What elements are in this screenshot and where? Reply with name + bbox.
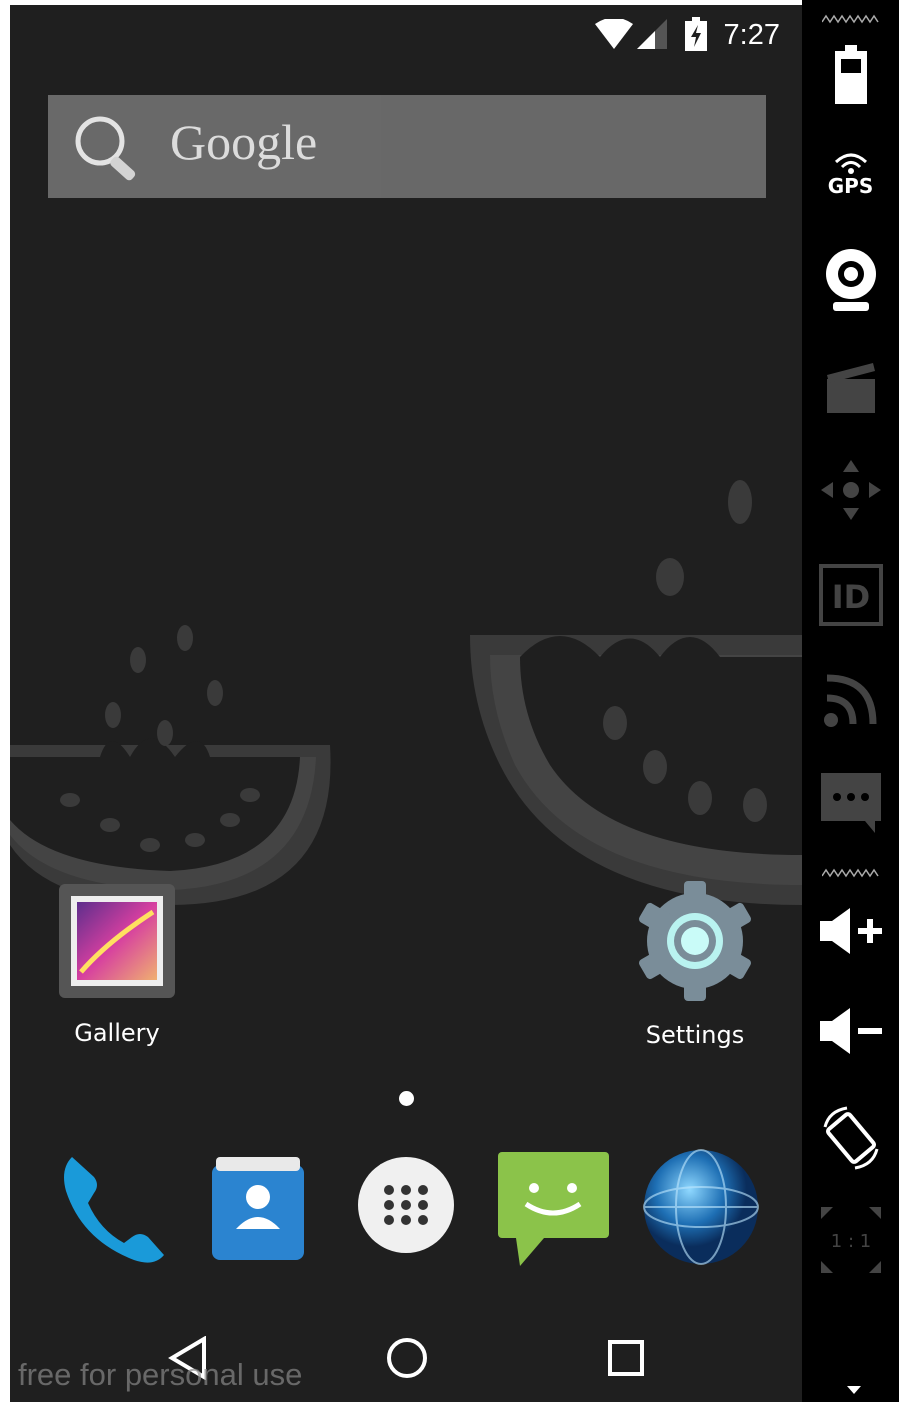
gps-control[interactable]: GPS [802, 145, 899, 205]
grip-middle-icon [822, 868, 879, 878]
volume-up-control[interactable] [802, 900, 899, 962]
dpad-control[interactable] [802, 455, 899, 525]
phone-screen: 7:27 Google Gallery Settings free for pe… [10, 5, 802, 1402]
google-search-bar[interactable]: Google [48, 95, 766, 198]
settings-label: Settings [645, 1021, 745, 1049]
dpad-icon [820, 460, 881, 520]
network-control[interactable] [802, 665, 899, 735]
contacts-icon[interactable] [208, 1155, 308, 1260]
scale-control[interactable]: 1 : 1 [802, 1200, 899, 1280]
message-bubble-icon [820, 772, 881, 833]
gallery-label: Gallery [74, 1019, 160, 1047]
ratio-label: 1 : 1 [830, 1231, 870, 1252]
google-search-label: Google [170, 114, 318, 170]
settings-app[interactable]: Settings [630, 880, 760, 1049]
wifi-icon [595, 19, 633, 49]
battery-icon [834, 45, 867, 104]
volume-down-control[interactable] [802, 1000, 899, 1062]
battery-charging-icon [685, 17, 707, 51]
messaging-icon[interactable] [496, 1150, 611, 1268]
rotate-control[interactable] [802, 1100, 899, 1175]
recents-icon[interactable] [608, 1340, 644, 1376]
cell-signal-icon [637, 19, 667, 49]
grip-top-icon [822, 14, 879, 24]
status-time: 7:27 [723, 19, 780, 51]
id-label: ID [831, 578, 869, 616]
clapperboard-icon [826, 363, 875, 413]
webcam-icon [825, 249, 876, 311]
volume-down-icon [819, 1008, 882, 1054]
settings-gear-icon [639, 881, 751, 1001]
status-bar: 7:27 [10, 5, 802, 65]
gps-signal-icon [834, 153, 867, 174]
device-id-control[interactable]: ID [802, 560, 899, 630]
gallery-app[interactable]: Gallery [56, 882, 178, 1047]
chevron-down-icon[interactable] [846, 1385, 862, 1395]
browser-globe-icon[interactable] [642, 1148, 760, 1266]
app-drawer-icon[interactable] [356, 1155, 456, 1255]
gps-label: GPS [827, 174, 874, 198]
signal-waves-icon [823, 674, 876, 727]
expand-arrows-icon: 1 : 1 [820, 1207, 881, 1273]
sms-control[interactable] [802, 765, 899, 840]
camera-control[interactable] [802, 245, 899, 315]
phone-icon[interactable] [52, 1145, 177, 1270]
page-indicator [399, 1091, 414, 1106]
media-control[interactable] [802, 350, 899, 420]
volume-up-icon [819, 908, 882, 954]
rotate-screen-icon [823, 1106, 878, 1169]
watermark-text: free for personal use [18, 1357, 303, 1392]
gallery-icon [59, 884, 175, 998]
id-card-icon: ID [818, 564, 883, 626]
battery-control[interactable] [802, 40, 899, 110]
search-icon [75, 116, 136, 181]
home-icon[interactable] [386, 1337, 428, 1379]
emulator-side-panel: GPS ID 1 : 1 [802, 0, 899, 1402]
